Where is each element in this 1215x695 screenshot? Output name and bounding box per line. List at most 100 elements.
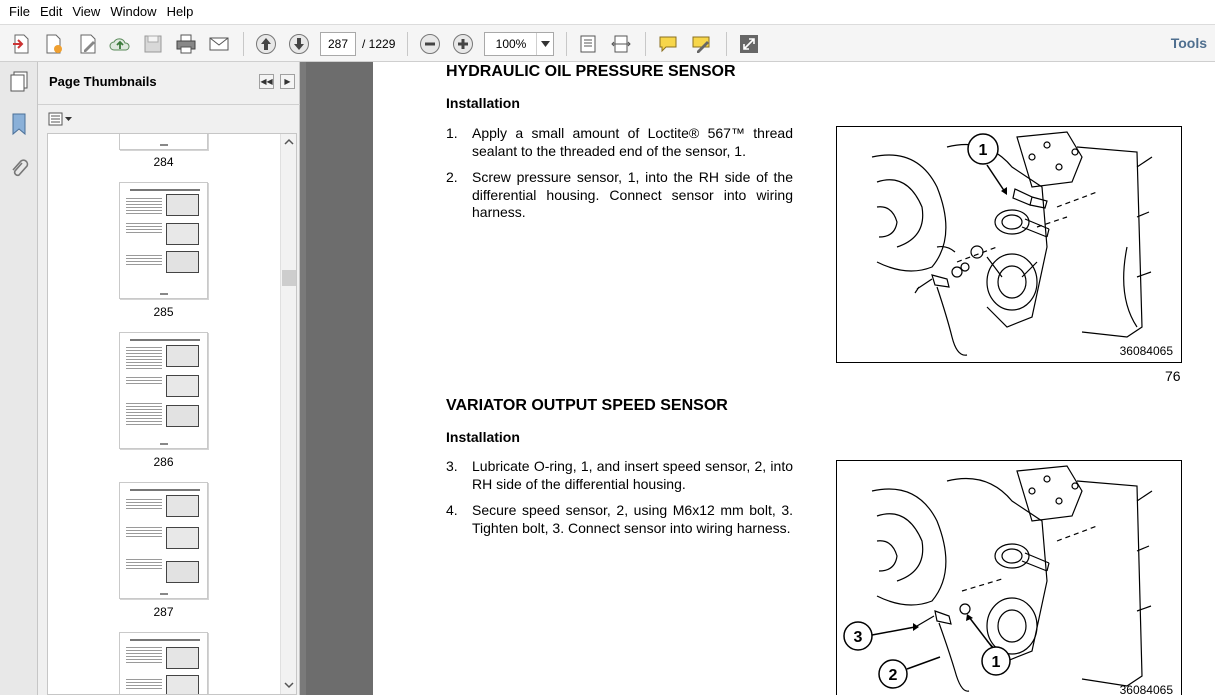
figure-callout: 1 (992, 654, 1001, 671)
thumbnail-label-286: 286 (153, 455, 174, 469)
zoom-input[interactable] (485, 33, 537, 55)
step-text: Screw pressure sensor, 1, into the RH si… (472, 169, 793, 220)
attachment-icon (12, 159, 29, 177)
zoom-select[interactable] (484, 32, 554, 56)
scroll-down-icon (284, 682, 294, 689)
step-text: Secure speed sensor, 2, using M6x12 mm b… (472, 502, 793, 536)
previous-page-button[interactable] (253, 31, 279, 57)
page-number-input[interactable] (320, 32, 356, 56)
thumbnails-icon (10, 71, 28, 92)
speed-sensor-installation-drawing: 3 2 1 (843, 465, 1153, 692)
toolbar: / 1229 Tools (0, 24, 1215, 62)
double-chevron-left-icon: ◀◀ (260, 77, 273, 86)
document-background (306, 62, 373, 695)
collapse-panel-button[interactable]: ◀◀ (259, 74, 274, 89)
menu-window[interactable]: Window (105, 0, 161, 24)
thumbnail-list: 284 285 286 287 (47, 133, 297, 695)
print-icon (176, 34, 196, 54)
figure-speed-sensor: 3 2 1 36084065 (836, 460, 1182, 695)
menu-help[interactable]: Help (162, 0, 199, 24)
fullscreen-icon (740, 35, 758, 53)
page-thumbnail-285[interactable] (119, 182, 208, 299)
figure-code: 36084065 (1119, 344, 1173, 358)
sign-button[interactable] (688, 31, 714, 57)
panel-divider (38, 104, 300, 105)
figure-number: 76 (1165, 368, 1181, 384)
toolbar-separator (407, 32, 408, 56)
comment-icon (659, 36, 677, 53)
page-thumbnails-panel: Page Thumbnails ◀◀ ▶ 284 285 286 287 (38, 62, 300, 695)
page-total: / 1229 (362, 37, 396, 51)
attachments-panel-button[interactable] (6, 156, 32, 182)
step-number: 3. (446, 458, 458, 474)
chevron-right-icon: ▶ (284, 77, 291, 86)
bookmarks-panel-button[interactable] (6, 111, 32, 137)
thumbnail-label-285: 285 (153, 305, 174, 319)
save-button[interactable] (140, 31, 166, 57)
page-thumbnail-284[interactable] (119, 134, 208, 150)
figure-code: 36084065 (1119, 683, 1173, 695)
section-subtitle-installation: Installation (446, 95, 520, 111)
navigation-rail (0, 62, 38, 695)
panel-expand-button[interactable]: ▶ (280, 74, 295, 89)
edit-pdf-icon (80, 34, 96, 54)
sensor-installation-drawing: 1 (871, 131, 1153, 356)
create-edit-button[interactable] (41, 31, 67, 57)
thumbnail-label-287: 287 (153, 605, 174, 619)
sign-icon (692, 36, 710, 53)
fit-width-icon (611, 35, 631, 53)
zoom-out-icon (420, 34, 440, 54)
section-subtitle-installation: Installation (446, 429, 520, 445)
email-button[interactable] (206, 31, 232, 57)
thumbnails-panel-button[interactable] (6, 69, 32, 95)
menu-bar: File Edit View Window Help (0, 0, 1215, 24)
scroll-up-icon (284, 138, 294, 145)
figure-hydraulic-sensor: 1 36084065 (836, 126, 1182, 363)
thumbnail-options-button[interactable] (48, 110, 74, 128)
comment-button[interactable] (655, 31, 681, 57)
page-thumbnail-288[interactable] (119, 632, 208, 694)
page-thumbnail-287[interactable] (119, 482, 208, 599)
options-icon (48, 112, 72, 126)
fullscreen-button[interactable] (736, 31, 762, 57)
menu-edit[interactable]: Edit (35, 0, 67, 24)
next-page-button[interactable] (286, 31, 312, 57)
section-title-variator-output-speed-sensor: VARIATOR OUTPUT SPEED SENSOR (446, 397, 728, 414)
step-number: 2. (446, 169, 458, 185)
toolbar-separator (243, 32, 244, 56)
figure-callout: 3 (854, 629, 863, 646)
thumbnail-label-284: 284 (153, 155, 174, 169)
step-text: Apply a small amount of Loctite® 567™ th… (472, 125, 793, 159)
toolbar-separator (726, 32, 727, 56)
next-page-icon (289, 34, 309, 54)
zoom-in-button[interactable] (450, 31, 476, 57)
tools-link[interactable]: Tools (1171, 35, 1207, 51)
email-icon (209, 37, 229, 51)
fit-page-button[interactable] (575, 31, 601, 57)
document-page: HYDRAULIC OIL PRESSURE SENSOR Installati… (373, 62, 1215, 695)
zoom-dropdown-button[interactable] (536, 33, 553, 55)
toolbar-separator (645, 32, 646, 56)
scrollbar-thumb[interactable] (282, 270, 296, 286)
create-pdf-button[interactable] (8, 31, 34, 57)
menu-view[interactable]: View (67, 0, 105, 24)
save-icon (144, 35, 162, 53)
menu-file[interactable]: File (4, 0, 35, 24)
fit-page-icon (580, 35, 596, 53)
figure-callout: 2 (889, 667, 898, 684)
create-edit-icon (46, 34, 62, 54)
thumbnail-scrollbar[interactable] (280, 134, 296, 694)
step-number: 1. (446, 125, 458, 141)
print-button[interactable] (173, 31, 199, 57)
page-thumbnail-286[interactable] (119, 332, 208, 449)
step-text: Lubricate O-ring, 1, and insert speed se… (472, 458, 793, 492)
fit-width-button[interactable] (608, 31, 634, 57)
toolbar-separator (566, 32, 567, 56)
section-title-hydraulic-oil-pressure-sensor: HYDRAULIC OIL PRESSURE SENSOR (446, 63, 736, 80)
step-number: 4. (446, 502, 458, 518)
cloud-upload-button[interactable] (107, 31, 133, 57)
previous-page-icon (256, 34, 276, 54)
panel-title: Page Thumbnails (49, 74, 157, 89)
zoom-out-button[interactable] (417, 31, 443, 57)
edit-pdf-button[interactable] (75, 31, 101, 57)
